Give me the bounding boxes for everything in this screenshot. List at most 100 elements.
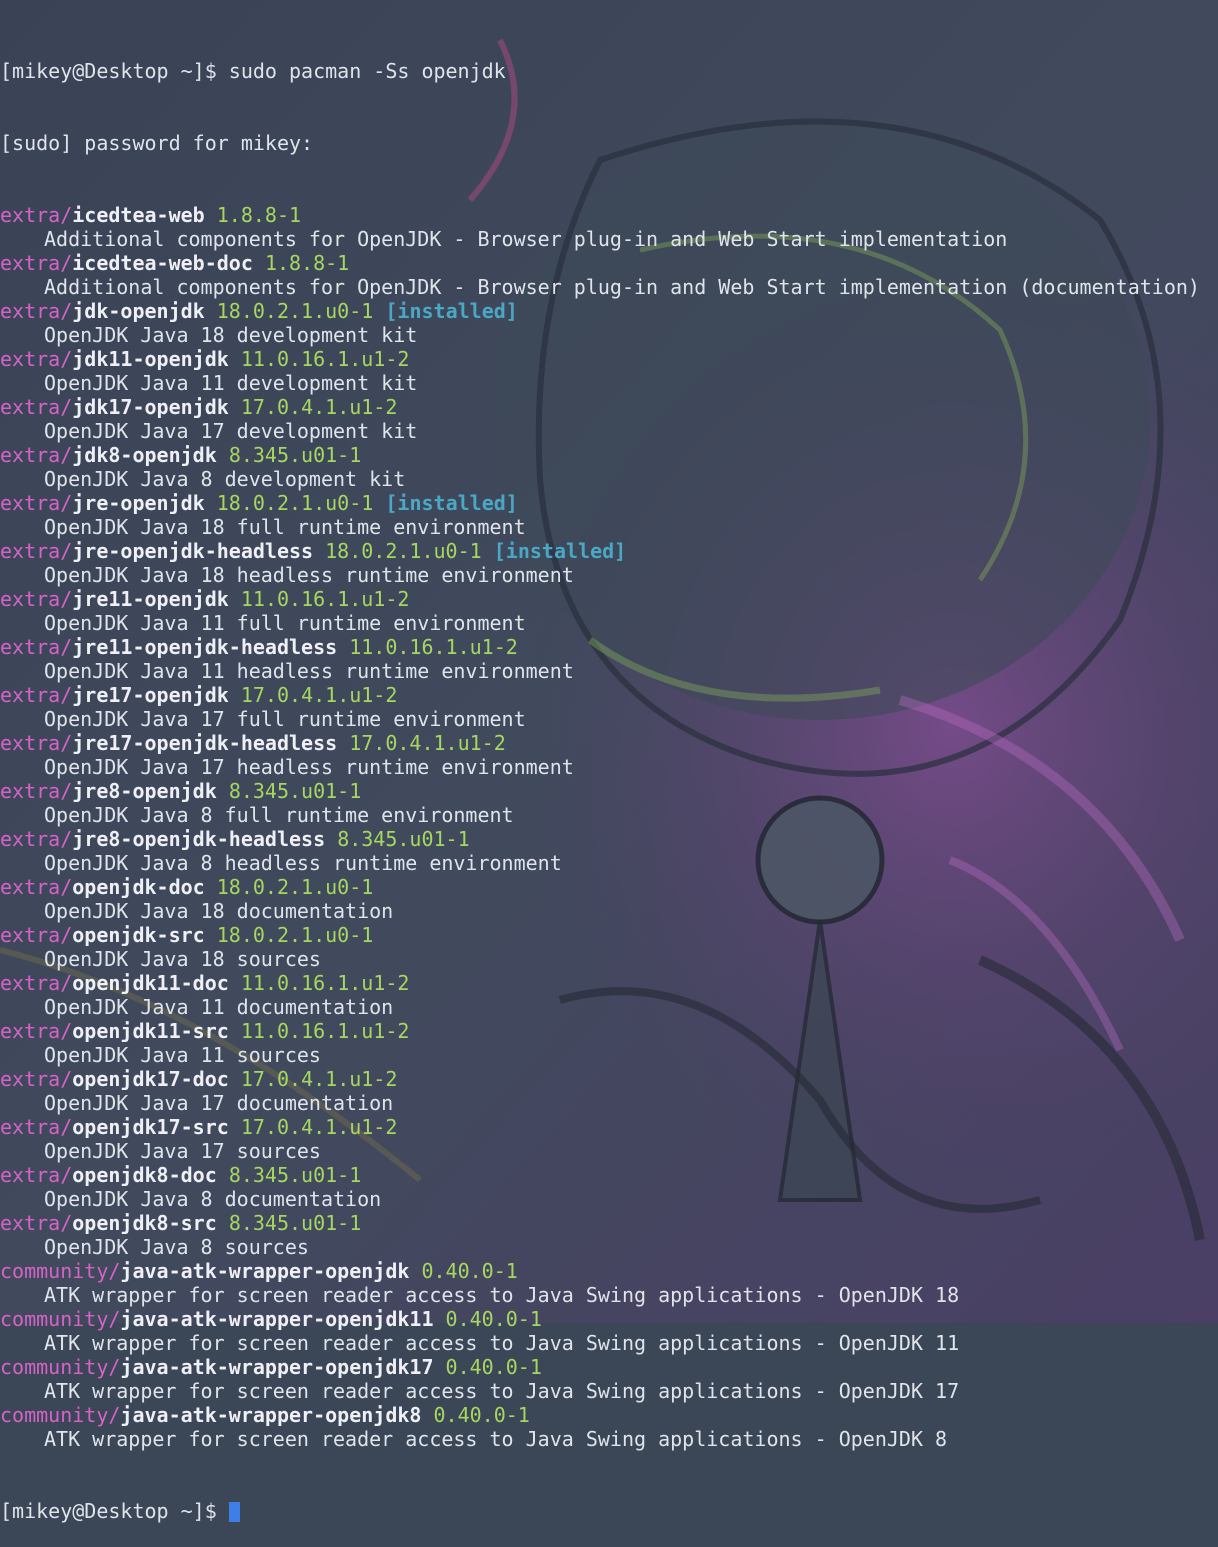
package-version: 0.40.0-1 <box>433 1403 530 1427</box>
repo-separator: / <box>60 1115 73 1139</box>
package-header-line: extra/jre-openjdk-headless 18.0.2.1.u0-1… <box>0 539 1218 563</box>
package-repo: extra <box>0 683 61 707</box>
package-version: 0.40.0-1 <box>445 1307 542 1331</box>
repo-separator: / <box>108 1403 121 1427</box>
package-repo: extra <box>0 1019 61 1043</box>
package-repo: extra <box>0 779 61 803</box>
package-repo: extra <box>0 251 61 275</box>
package-name: jre-openjdk-headless <box>72 539 314 563</box>
repo-separator: / <box>108 1259 121 1283</box>
package-header-line: community/java-atk-wrapper-openjdk11 0.4… <box>0 1307 1218 1331</box>
package-version: 11.0.16.1.u1-2 <box>240 971 410 995</box>
package-version: 11.0.16.1.u1-2 <box>240 347 410 371</box>
package-repo: extra <box>0 443 61 467</box>
package-repo: extra <box>0 491 61 515</box>
package-description: ATK wrapper for screen reader access to … <box>44 1283 960 1307</box>
package-header-line: extra/openjdk-doc 18.0.2.1.u0-1 <box>0 875 1218 899</box>
package-description: OpenJDK Java 11 development kit <box>44 371 418 395</box>
package-header-line: extra/jdk17-openjdk 17.0.4.1.u1-2 <box>0 395 1218 419</box>
package-name: jre11-openjdk <box>72 587 229 611</box>
package-repo: community <box>0 1403 109 1427</box>
package-description: ATK wrapper for screen reader access to … <box>44 1427 948 1451</box>
package-name: openjdk8-src <box>72 1211 217 1235</box>
package-description: OpenJDK Java 18 development kit <box>44 323 418 347</box>
package-name: jdk8-openjdk <box>72 443 217 467</box>
package-name: java-atk-wrapper-openjdk17 <box>120 1355 434 1379</box>
package-repo: extra <box>0 539 61 563</box>
package-description: OpenJDK Java 17 full runtime environment <box>44 707 526 731</box>
repo-separator: / <box>60 923 73 947</box>
package-header-line: community/java-atk-wrapper-openjdk17 0.4… <box>0 1355 1218 1379</box>
package-header-line: community/java-atk-wrapper-openjdk8 0.40… <box>0 1403 1218 1427</box>
package-description: OpenJDK Java 17 development kit <box>44 419 418 443</box>
package-version: 17.0.4.1.u1-2 <box>240 1067 398 1091</box>
package-repo: extra <box>0 875 61 899</box>
package-repo: extra <box>0 635 61 659</box>
package-description: OpenJDK Java 11 documentation <box>44 995 394 1019</box>
repo-separator: / <box>108 1307 121 1331</box>
repo-separator: / <box>60 491 73 515</box>
repo-separator: / <box>60 1211 73 1235</box>
package-repo: extra <box>0 203 61 227</box>
package-name: openjdk-doc <box>72 875 205 899</box>
package-version: 18.0.2.1.u0-1 <box>216 491 374 515</box>
package-header-line: extra/openjdk11-src 11.0.16.1.u1-2 <box>0 1019 1218 1043</box>
package-version: 0.40.0-1 <box>445 1355 542 1379</box>
text-cursor <box>228 1502 240 1522</box>
package-version: 18.0.2.1.u0-1 <box>216 299 374 323</box>
package-version: 1.8.8-1 <box>216 203 302 227</box>
package-version: 1.8.8-1 <box>264 251 350 275</box>
package-header-line: extra/jdk8-openjdk 8.345.u01-1 <box>0 443 1218 467</box>
package-header-line: extra/jre8-openjdk 8.345.u01-1 <box>0 779 1218 803</box>
package-header-line: extra/jre11-openjdk-headless 11.0.16.1.u… <box>0 635 1218 659</box>
package-version: 8.345.u01-1 <box>337 827 470 851</box>
sudo-prompt: [sudo] password for mikey: <box>0 131 314 155</box>
final-prompt-line[interactable]: [mikey@Desktop ~]$ <box>0 1499 1218 1523</box>
package-version: 8.345.u01-1 <box>228 1163 362 1187</box>
package-repo: extra <box>0 1163 61 1187</box>
package-description: OpenJDK Java 18 documentation <box>44 899 394 923</box>
shell-prompt: [mikey@Desktop ~]$ <box>0 1499 229 1523</box>
terminal-output[interactable]: [mikey@Desktop ~]$ sudo pacman -Ss openj… <box>0 0 1218 1523</box>
package-name: jre8-openjdk <box>72 779 217 803</box>
repo-separator: / <box>60 875 73 899</box>
repo-separator: / <box>60 539 73 563</box>
package-name: jre17-openjdk-headless <box>72 731 338 755</box>
package-header-line: extra/jre17-openjdk 17.0.4.1.u1-2 <box>0 683 1218 707</box>
package-header-line: extra/jdk11-openjdk 11.0.16.1.u1-2 <box>0 347 1218 371</box>
package-description: OpenJDK Java 11 headless runtime environ… <box>44 659 574 683</box>
package-name: java-atk-wrapper-openjdk <box>120 1259 410 1283</box>
package-header-line: extra/openjdk17-src 17.0.4.1.u1-2 <box>0 1115 1218 1139</box>
package-version: 17.0.4.1.u1-2 <box>349 731 506 755</box>
package-version: 17.0.4.1.u1-2 <box>240 683 398 707</box>
package-repo: community <box>0 1307 109 1331</box>
package-description: ATK wrapper for screen reader access to … <box>44 1379 960 1403</box>
package-name: java-atk-wrapper-openjdk8 <box>120 1403 422 1427</box>
package-header-line: extra/jre17-openjdk-headless 17.0.4.1.u1… <box>0 731 1218 755</box>
command-text: sudo pacman -Ss openjdk <box>228 59 506 83</box>
package-name: jre-openjdk <box>72 491 205 515</box>
package-description: Additional components for OpenJDK - Brow… <box>44 275 1200 299</box>
package-description: OpenJDK Java 8 sources <box>44 1235 309 1259</box>
package-repo: extra <box>0 827 61 851</box>
repo-separator: / <box>60 587 73 611</box>
package-repo: extra <box>0 1067 61 1091</box>
package-repo: community <box>0 1259 109 1283</box>
package-description: OpenJDK Java 11 sources <box>44 1043 321 1067</box>
package-version: 18.0.2.1.u0-1 <box>216 923 374 947</box>
package-version: 8.345.u01-1 <box>228 443 362 467</box>
repo-separator: / <box>108 1355 121 1379</box>
installed-badge: [installed] <box>385 491 518 515</box>
package-repo: extra <box>0 587 61 611</box>
package-version: 17.0.4.1.u1-2 <box>240 395 398 419</box>
repo-separator: / <box>60 347 73 371</box>
package-list: extra/icedtea-web 1.8.8-1 Additional comp… <box>0 203 1218 1451</box>
package-description: OpenJDK Java 18 sources <box>44 947 321 971</box>
package-repo: extra <box>0 395 61 419</box>
package-header-line: extra/openjdk-src 18.0.2.1.u0-1 <box>0 923 1218 947</box>
repo-separator: / <box>60 251 73 275</box>
package-description: OpenJDK Java 8 full runtime environment <box>44 803 514 827</box>
repo-separator: / <box>60 635 73 659</box>
package-description: OpenJDK Java 17 documentation <box>44 1091 394 1115</box>
package-name: jre17-openjdk <box>72 683 229 707</box>
